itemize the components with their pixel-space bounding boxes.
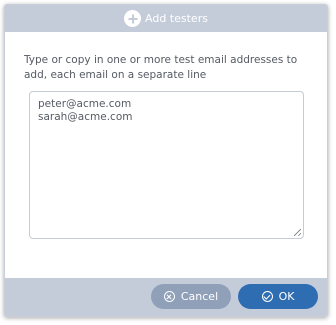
ok-button[interactable]: OK xyxy=(238,284,318,309)
ok-button-label: OK xyxy=(278,290,295,303)
instructions-text: Type or copy in one or more test email a… xyxy=(24,54,298,81)
email-line: sarah@acme.com xyxy=(38,111,133,123)
x-circle-icon xyxy=(163,291,175,302)
dialog-header: Add testers xyxy=(5,5,327,32)
email-list: peter@acme.com sarah@acme.com xyxy=(30,92,303,130)
resize-handle[interactable] xyxy=(294,229,301,236)
cancel-button[interactable]: Cancel xyxy=(151,284,231,309)
cancel-button-label: Cancel xyxy=(180,290,219,303)
dialog-footer: Cancel OK xyxy=(5,278,327,316)
check-circle-icon xyxy=(261,291,273,302)
email-line: peter@acme.com xyxy=(38,98,132,110)
plus-circle-icon xyxy=(124,10,142,27)
email-textarea[interactable]: peter@acme.com sarah@acme.com xyxy=(29,91,304,239)
add-testers-dialog: Add testers Type or copy in one or more … xyxy=(4,4,328,317)
dialog-title: Add testers xyxy=(145,12,208,25)
